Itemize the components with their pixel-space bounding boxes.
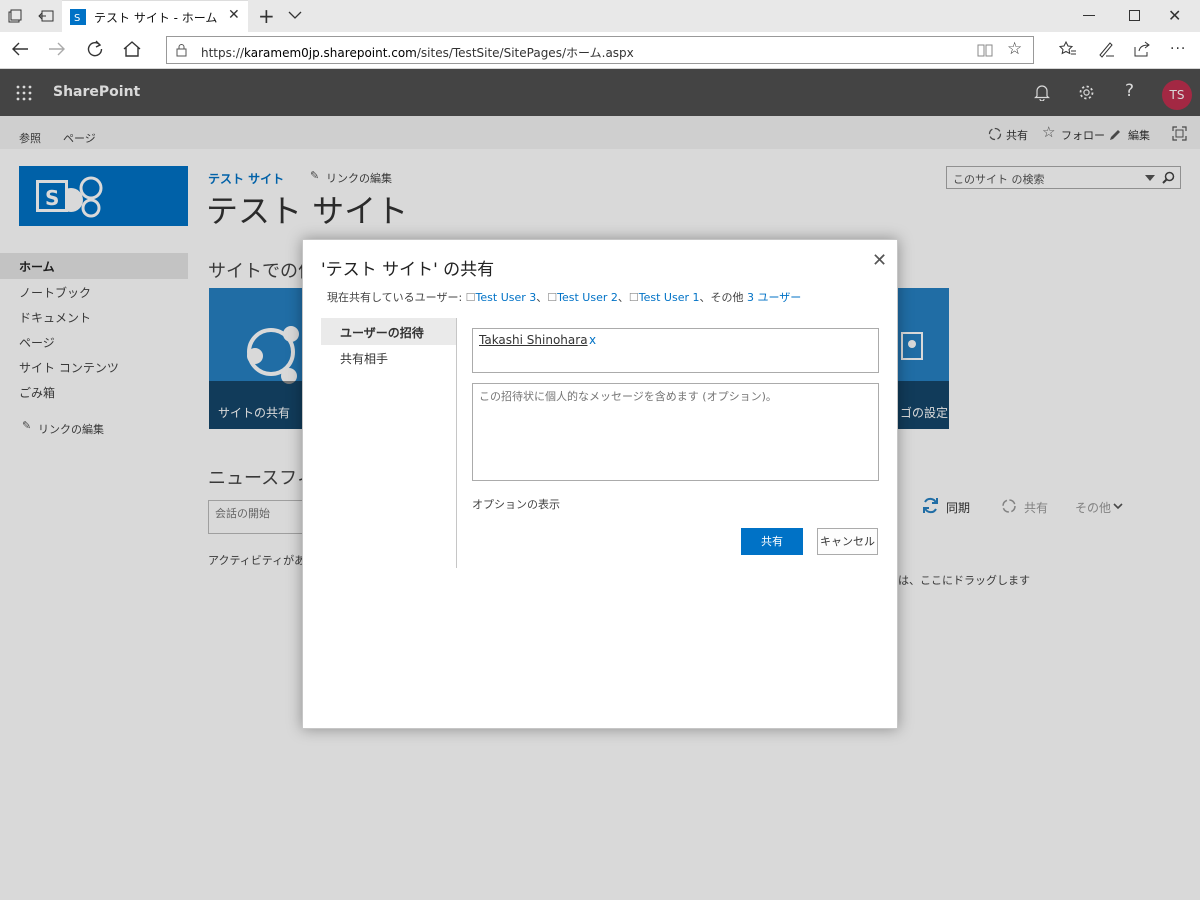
shared-user-link[interactable]: Test User 2 <box>557 291 618 304</box>
address-text: https://karamem0jp.sharepoint.com/sites/… <box>201 46 634 60</box>
refresh-icon[interactable] <box>86 40 104 58</box>
share-button[interactable]: 共有 <box>741 528 803 555</box>
back-icon[interactable] <box>11 41 29 57</box>
invitee-token[interactable]: Takashi Shinohara <box>479 333 588 347</box>
shared-with-line: 現在共有しているユーザー: ☐Test User 3、☐Test User 2、… <box>327 291 802 304</box>
window-close-icon[interactable]: ✕ <box>1168 6 1181 25</box>
more-menu-icon[interactable]: ··· <box>1170 41 1186 57</box>
svg-text:S: S <box>74 13 80 24</box>
tab-divider <box>456 318 457 568</box>
shared-other-users-link[interactable]: 3 ユーザー <box>747 291 801 304</box>
forward-icon[interactable] <box>48 41 66 57</box>
share-dialog: 'テスト サイト' の共有 ✕ 現在共有しているユーザー: ☐Test User… <box>302 239 898 729</box>
browser-tab-bar: S テスト サイト - ホーム ✕ + ✕ <box>0 0 1200 32</box>
tab-shared-with[interactable]: 共有相手 <box>321 344 456 371</box>
lock-icon <box>176 43 187 57</box>
tab-list-chevron-icon[interactable] <box>288 11 302 19</box>
browser-tab-active[interactable]: S テスト サイト - ホーム ✕ <box>62 0 248 32</box>
maximize-icon[interactable] <box>1129 10 1140 21</box>
shared-prefix: 現在共有しているユーザー: <box>327 291 463 304</box>
share-icon[interactable] <box>1133 41 1151 57</box>
new-tab-icon[interactable]: + <box>258 4 275 28</box>
home-icon[interactable] <box>123 41 141 57</box>
sharepoint-favicon-icon: S <box>70 9 86 25</box>
tab-title: テスト サイト - ホーム <box>94 11 218 25</box>
user-presence-icon: ☐ <box>628 291 639 304</box>
reading-view-icon[interactable] <box>977 43 993 57</box>
favorites-hub-icon[interactable] <box>1059 41 1077 57</box>
shared-other-prefix: 、その他 <box>699 291 744 304</box>
cancel-button[interactable]: キャンセル <box>817 528 878 555</box>
dialog-title: 'テスト サイト' の共有 <box>321 260 495 280</box>
invitee-remove-icon[interactable]: x <box>589 333 596 347</box>
dialog-close-icon[interactable]: ✕ <box>872 250 887 271</box>
show-options-link[interactable]: オプションの表示 <box>472 496 560 512</box>
shared-user-link[interactable]: Test User 3 <box>476 291 537 304</box>
tab-invite-people[interactable]: ユーザーの招待 <box>321 318 456 345</box>
back-tab-icon[interactable] <box>38 9 54 23</box>
shared-user-link[interactable]: Test User 1 <box>639 291 700 304</box>
personal-message-field[interactable] <box>472 383 879 481</box>
user-presence-icon: ☐ <box>547 291 558 304</box>
tab-close-icon[interactable]: ✕ <box>228 7 240 23</box>
address-bar[interactable]: https://karamem0jp.sharepoint.com/sites/… <box>166 36 1034 64</box>
pen-notes-icon[interactable] <box>1097 40 1115 58</box>
minimize-icon[interactable] <box>1083 15 1095 16</box>
user-presence-icon: ☐ <box>465 291 476 304</box>
favorite-star-icon[interactable]: ☆ <box>1007 39 1022 59</box>
invitee-name: Takashi Shinohara <box>479 333 588 347</box>
tab-actions-icon[interactable] <box>8 9 22 23</box>
people-picker-input[interactable]: Takashi Shinohara x <box>472 328 879 373</box>
